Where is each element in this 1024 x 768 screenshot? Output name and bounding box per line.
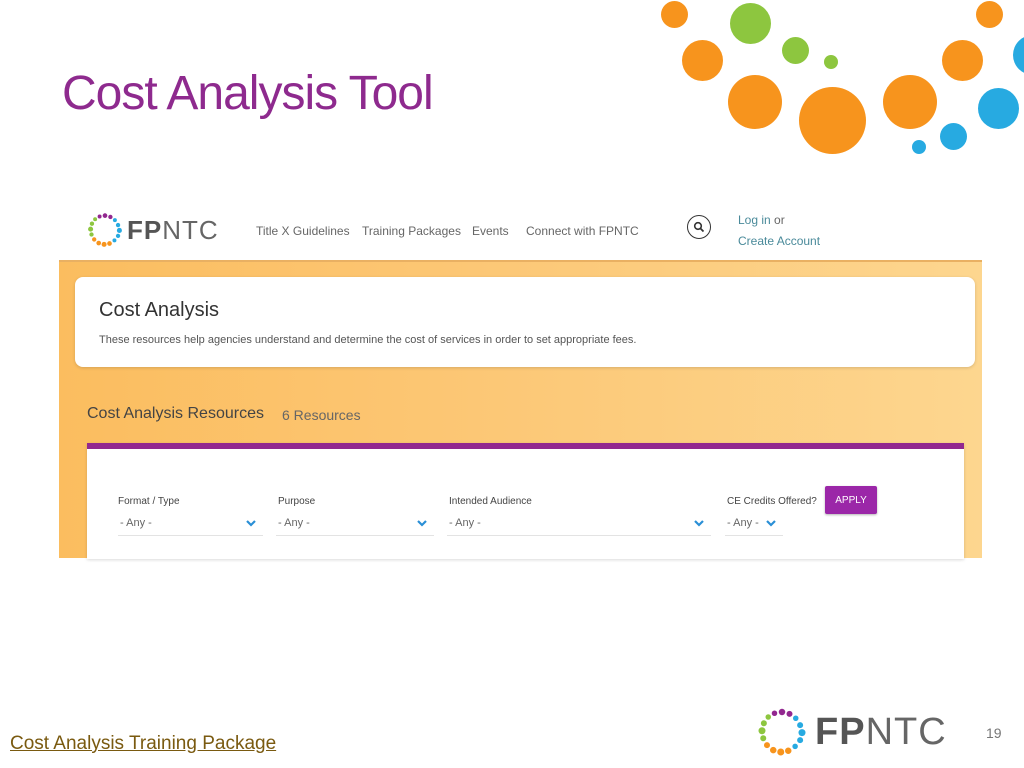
purpose-select[interactable]: - Any - <box>276 515 434 536</box>
chevron-down-icon <box>417 520 427 527</box>
logo-ring-icon <box>88 213 122 247</box>
decorative-dot <box>730 3 771 44</box>
page-description: These resources help agencies understand… <box>99 334 637 346</box>
chevron-down-icon <box>694 520 704 527</box>
select-value: - Any - <box>449 517 481 529</box>
nav-title-x-guidelines[interactable]: Title X Guidelines <box>256 224 350 238</box>
create-account-link[interactable]: Create Account <box>738 231 820 252</box>
filter-panel: Format / Type - Any - Purpose - Any - In… <box>87 443 964 559</box>
search-button[interactable] <box>687 215 711 239</box>
decorative-dot <box>682 40 723 81</box>
decorative-dot <box>942 40 983 81</box>
decorative-dot <box>799 87 866 154</box>
page-heading: Cost Analysis <box>99 299 220 321</box>
decorative-dot <box>912 140 926 154</box>
decorative-dot <box>824 55 838 69</box>
ce-credits-select[interactable]: - Any - <box>725 515 783 536</box>
login-or-text: or <box>770 213 785 227</box>
format-type-select[interactable]: - Any - <box>118 515 263 536</box>
decorative-dot <box>782 37 809 64</box>
site-header: FPNTC Title X Guidelines Training Packag… <box>59 196 982 260</box>
footer-logo-text: FPNTC <box>815 710 947 753</box>
nav-events[interactable]: Events <box>472 224 509 238</box>
filter-label-audience: Intended Audience <box>449 496 532 507</box>
decorative-dot <box>976 1 1003 28</box>
logo-text: FPNTC <box>127 214 219 245</box>
decorative-dot <box>978 88 1019 129</box>
logo-ring-icon <box>758 708 806 756</box>
search-icon <box>693 221 705 233</box>
select-value: - Any - <box>278 517 310 529</box>
nav-training-packages[interactable]: Training Packages <box>362 224 461 238</box>
select-value: - Any - <box>727 517 759 529</box>
decorative-dot <box>883 75 937 129</box>
select-value: - Any - <box>120 517 152 529</box>
nav-connect[interactable]: Connect with FPNTC <box>526 224 639 238</box>
training-package-link[interactable]: Cost Analysis Training Package <box>10 733 276 755</box>
website-screenshot: FPNTC Title X Guidelines Training Packag… <box>59 196 982 559</box>
resources-heading: Cost Analysis Resources <box>87 405 264 422</box>
site-logo[interactable]: FPNTC <box>87 212 219 248</box>
resources-count: 6 Resources <box>282 407 361 423</box>
filter-label-ce-credits: CE Credits Offered? <box>727 496 817 507</box>
chevron-down-icon <box>246 520 256 527</box>
account-links: Log in or Create Account <box>738 210 820 252</box>
filter-label-purpose: Purpose <box>278 496 316 507</box>
filter-label-format: Format / Type <box>118 496 180 507</box>
decorative-dot <box>661 1 688 28</box>
intended-audience-select[interactable]: - Any - <box>447 515 711 536</box>
hero-section: Cost Analysis These resources help agenc… <box>59 260 982 559</box>
login-link[interactable]: Log in <box>738 213 771 227</box>
slide-title: Cost Analysis Tool <box>62 67 434 120</box>
apply-button[interactable]: APPLY <box>825 486 877 514</box>
footer-logo: FPNTC <box>757 707 947 757</box>
chevron-down-icon <box>766 520 776 527</box>
decorative-dot <box>728 75 782 129</box>
intro-card: Cost Analysis These resources help agenc… <box>75 277 975 367</box>
page-number: 19 <box>986 725 1002 741</box>
decorative-dot <box>940 123 967 150</box>
decorative-dot <box>1013 35 1024 75</box>
